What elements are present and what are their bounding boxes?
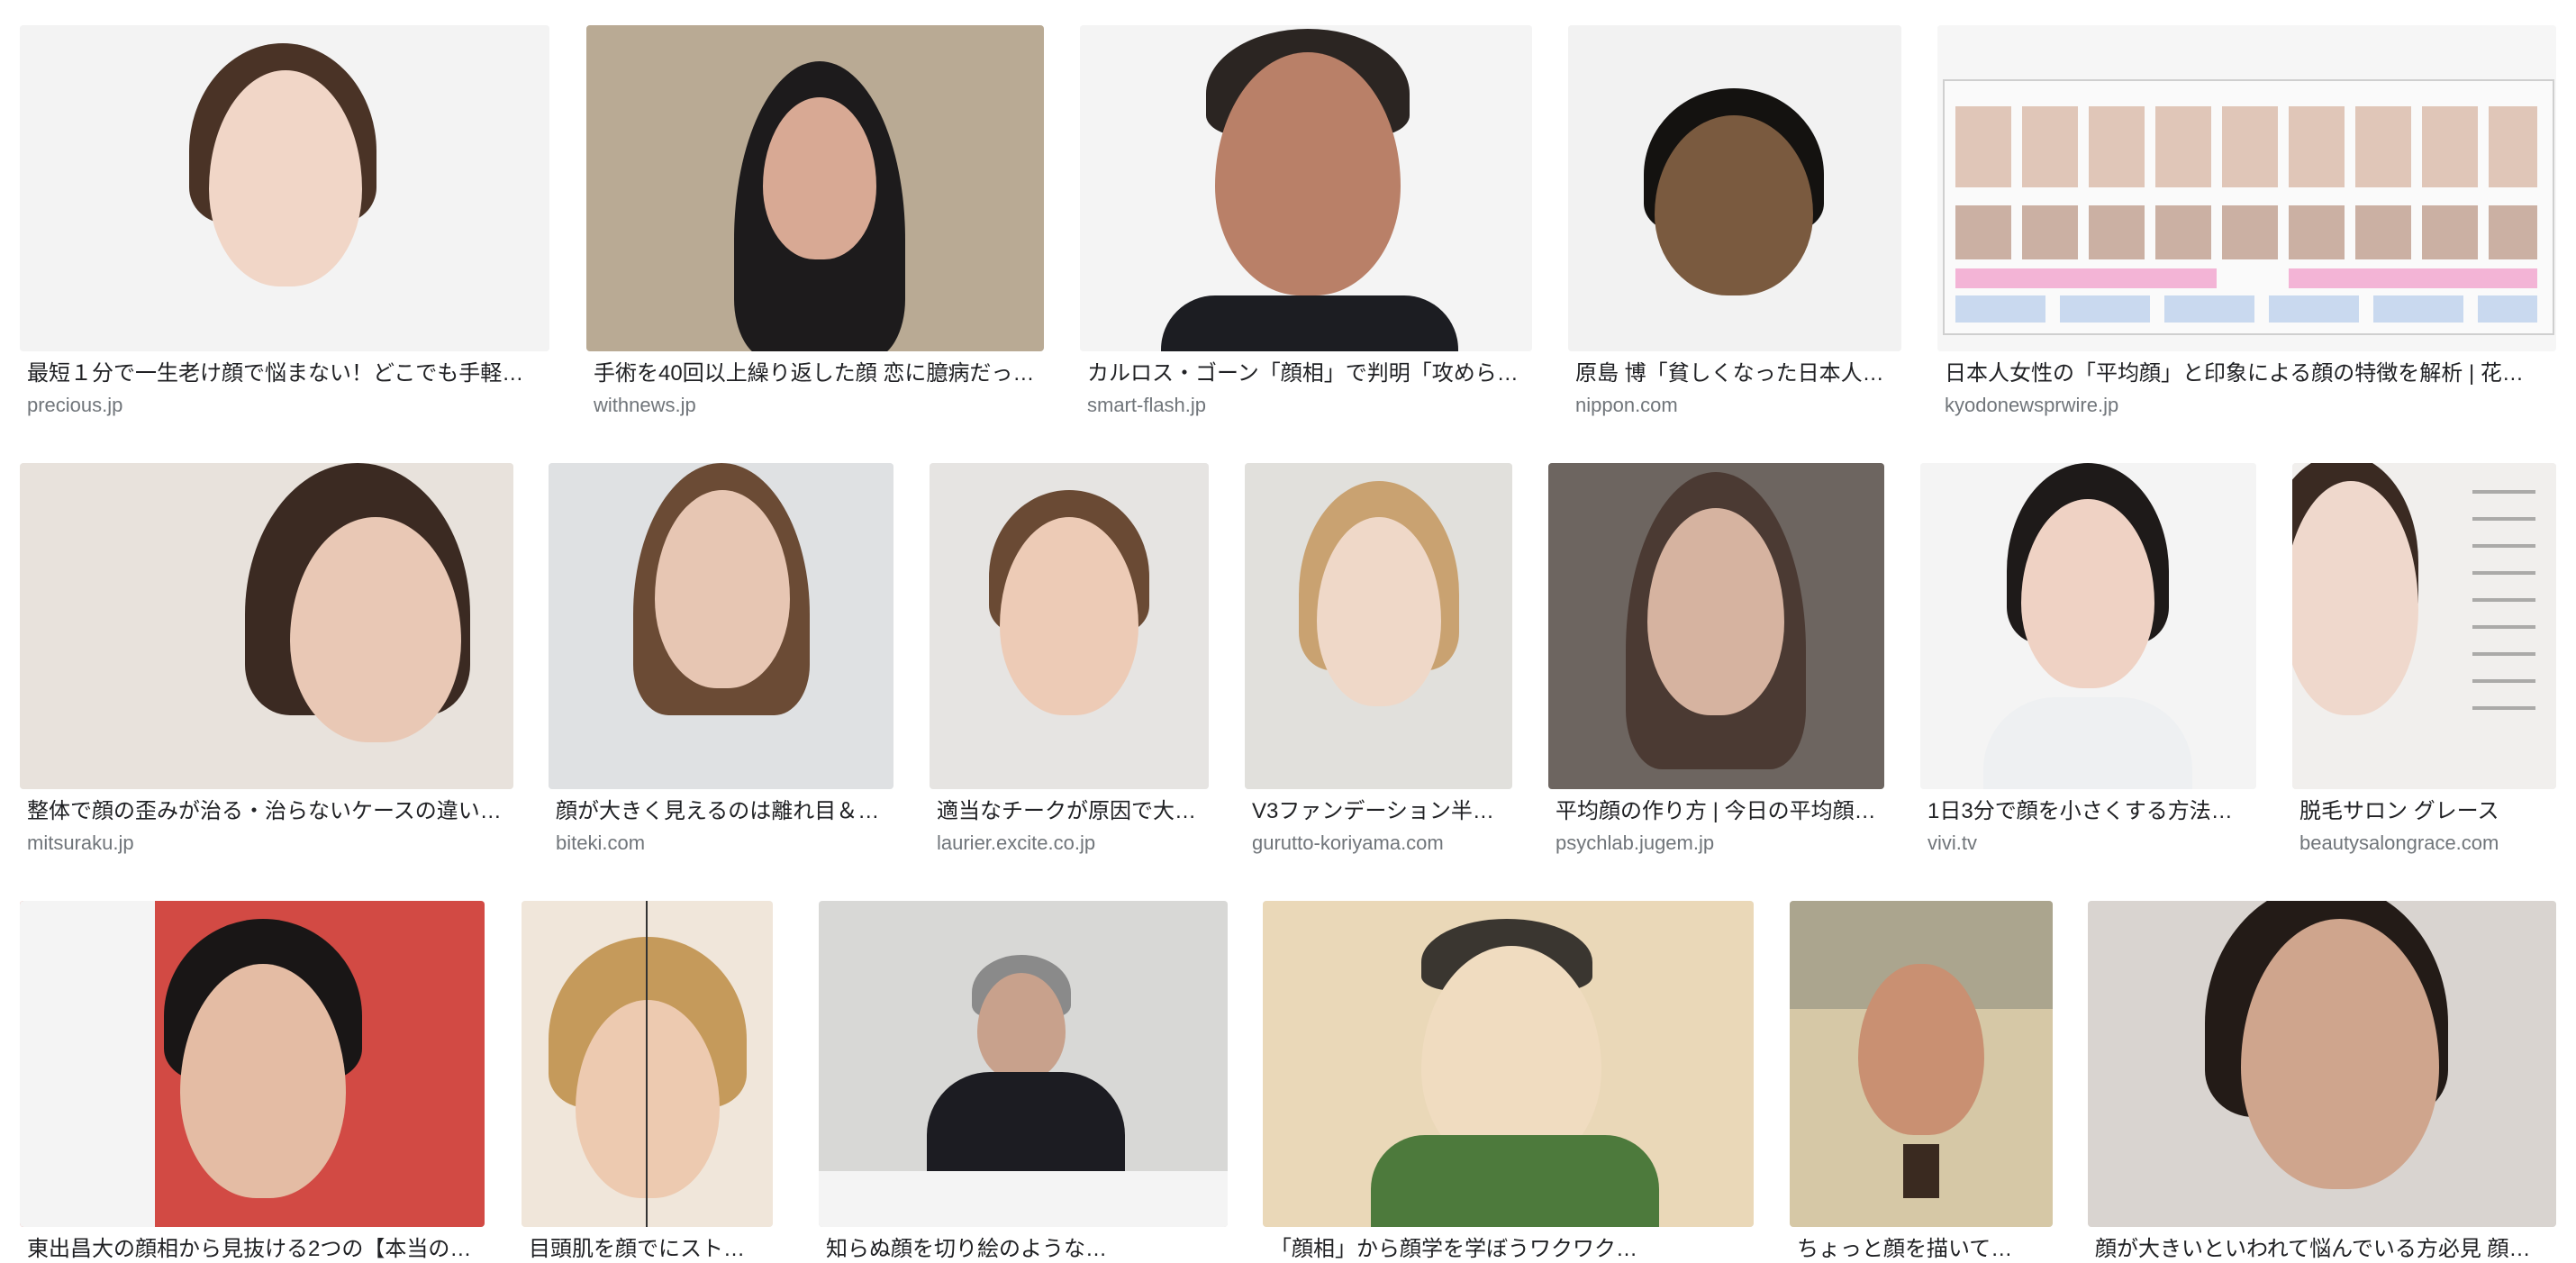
result-source[interactable]: smart-flash.jp bbox=[1087, 393, 1525, 418]
result-caption[interactable]: 1日3分で顔を小さくする方法… bbox=[1927, 798, 2249, 825]
result-caption[interactable]: 原島 博「貧しくなった日本人… bbox=[1575, 360, 1894, 387]
result-thumbnail[interactable] bbox=[1568, 25, 1901, 351]
result-tile[interactable]: 1日3分で顔を小さくする方法… vivi.tv bbox=[1920, 463, 2256, 877]
result-thumbnail[interactable] bbox=[1263, 901, 1754, 1227]
result-tile[interactable]: 脱毛サロン グレース beautysalongrace.com bbox=[2292, 463, 2556, 877]
result-tile[interactable]: 東出昌大の顔相から見抜ける2つの【本当の… bbox=[20, 901, 485, 1261]
result-source[interactable]: beautysalongrace.com bbox=[2299, 831, 2549, 856]
result-source[interactable]: mitsuraku.jp bbox=[27, 831, 506, 856]
result-tile[interactable]: 最短１分で一生老け顔で悩まない！どこでも手軽… precious.jp bbox=[20, 25, 549, 440]
result-tile[interactable]: 知らぬ顔を切り絵のような… bbox=[819, 901, 1228, 1261]
result-thumbnail[interactable] bbox=[1080, 25, 1532, 351]
result-caption[interactable]: V3ファンデーション半… bbox=[1252, 798, 1505, 825]
result-thumbnail[interactable] bbox=[2088, 901, 2556, 1227]
result-thumbnail[interactable] bbox=[586, 25, 1044, 351]
result-thumbnail[interactable] bbox=[522, 901, 773, 1227]
result-caption[interactable]: 顔が大きく見えるのは離れ目＆… bbox=[556, 798, 886, 825]
result-source[interactable]: laurier.excite.co.jp bbox=[937, 831, 1202, 856]
result-thumbnail[interactable] bbox=[1937, 25, 2556, 351]
result-caption[interactable]: ちょっと顔を描いて… bbox=[1797, 1236, 2045, 1263]
result-tile[interactable]: V3ファンデーション半… gurutto-koriyama.com bbox=[1245, 463, 1512, 877]
result-tile[interactable]: 手術を40回以上繰り返した顔 恋に臆病だっ… withnews.jp bbox=[586, 25, 1044, 440]
result-tile[interactable]: 日本人女性の「平均顔」と印象による顔の特徴を解析 | 花… kyodonewsp… bbox=[1937, 25, 2556, 440]
result-caption[interactable]: 東出昌大の顔相から見抜ける2つの【本当の… bbox=[27, 1236, 477, 1263]
result-thumbnail[interactable] bbox=[1790, 901, 2053, 1227]
result-source[interactable]: nippon.com bbox=[1575, 393, 1894, 418]
result-tile[interactable]: ちょっと顔を描いて… bbox=[1790, 901, 2053, 1261]
result-tile[interactable]: 平均顔の作り方 | 今日の平均顔… psychlab.jugem.jp bbox=[1548, 463, 1884, 877]
result-source[interactable]: vivi.tv bbox=[1927, 831, 2249, 856]
result-caption[interactable]: 顔が大きいといわれて悩んでいる方必見 顔を小さ… bbox=[2095, 1236, 2549, 1263]
result-tile[interactable]: 「顔相」から顔学を学ぼうワクワク… bbox=[1263, 901, 1754, 1261]
result-source[interactable]: gurutto-koriyama.com bbox=[1252, 831, 1505, 856]
result-thumbnail[interactable] bbox=[819, 901, 1228, 1227]
result-caption[interactable]: 最短１分で一生老け顔で悩まない！どこでも手軽… bbox=[27, 360, 542, 387]
result-thumbnail[interactable] bbox=[20, 901, 485, 1227]
result-thumbnail[interactable] bbox=[1245, 463, 1512, 789]
result-tile[interactable]: 顔が大きく見えるのは離れ目＆… biteki.com bbox=[549, 463, 893, 877]
result-source[interactable]: biteki.com bbox=[556, 831, 886, 856]
result-tile[interactable]: 適当なチークが原因で大… laurier.excite.co.jp bbox=[930, 463, 1209, 877]
result-source[interactable]: kyodonewsprwire.jp bbox=[1945, 393, 2549, 418]
result-caption[interactable]: 平均顔の作り方 | 今日の平均顔… bbox=[1556, 798, 1877, 825]
result-caption[interactable]: 目頭肌を顔でにストレスを与えて… bbox=[529, 1236, 766, 1263]
result-thumbnail[interactable] bbox=[1548, 463, 1884, 789]
result-caption[interactable]: 知らぬ顔を切り絵のような… bbox=[826, 1236, 1220, 1263]
result-thumbnail[interactable] bbox=[1920, 463, 2256, 789]
result-source[interactable]: precious.jp bbox=[27, 393, 542, 418]
result-thumbnail[interactable] bbox=[20, 463, 513, 789]
result-tile[interactable]: 原島 博「貧しくなった日本人… nippon.com bbox=[1568, 25, 1901, 440]
result-source[interactable]: withnews.jp bbox=[594, 393, 1037, 418]
result-caption[interactable]: 「顔相」から顔学を学ぼうワクワク… bbox=[1270, 1236, 1746, 1263]
result-caption[interactable]: 手術を40回以上繰り返した顔 恋に臆病だっ… bbox=[594, 360, 1037, 387]
result-thumbnail[interactable] bbox=[930, 463, 1209, 789]
result-tile[interactable]: 整体で顔の歪みが治る・治らないケースの違い… mitsuraku.jp bbox=[20, 463, 513, 877]
result-caption[interactable]: 日本人女性の「平均顔」と印象による顔の特徴を解析 | 花… bbox=[1945, 360, 2549, 387]
result-thumbnail[interactable] bbox=[549, 463, 893, 789]
image-results-grid: 最短１分で一生老け顔で悩まない！どこでも手軽… precious.jp 手術を4… bbox=[0, 0, 2576, 1261]
result-source[interactable]: psychlab.jugem.jp bbox=[1556, 831, 1877, 856]
result-thumbnail[interactable] bbox=[20, 25, 549, 351]
result-tile[interactable]: カルロス・ゴーン「顔相」で判明「攻めら… smart-flash.jp bbox=[1080, 25, 1532, 440]
result-tile[interactable]: 目頭肌を顔でにストレスを与えて… bbox=[522, 901, 773, 1261]
result-thumbnail[interactable] bbox=[2292, 463, 2556, 789]
result-caption[interactable]: 脱毛サロン グレース bbox=[2299, 798, 2549, 825]
result-caption[interactable]: 整体で顔の歪みが治る・治らないケースの違い… bbox=[27, 798, 506, 825]
result-tile[interactable]: 顔が大きいといわれて悩んでいる方必見 顔を小さ… bbox=[2088, 901, 2556, 1261]
result-caption[interactable]: 適当なチークが原因で大… bbox=[937, 798, 1202, 825]
result-caption[interactable]: カルロス・ゴーン「顔相」で判明「攻めら… bbox=[1087, 360, 1525, 387]
